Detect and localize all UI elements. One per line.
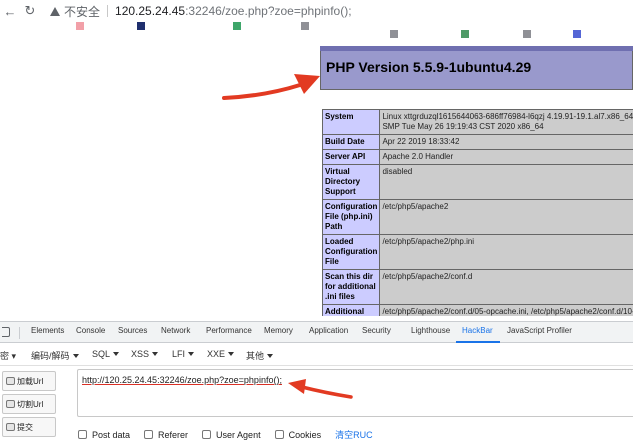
- clear-link[interactable]: 清空RUC: [335, 428, 373, 441]
- cookies-checkbox[interactable]: Cookies: [274, 430, 321, 440]
- url-path: :32246/zoe.php?zoe=phpinfo();: [185, 4, 352, 18]
- reload-icon[interactable]: ↻: [20, 3, 40, 19]
- php-info-key: Configuration File (php.ini) Path: [321, 199, 381, 235]
- php-info-key: Server API: [321, 149, 381, 165]
- menu-encoding[interactable]: 编码/解码: [31, 349, 79, 362]
- checkbox-box[interactable]: [144, 430, 154, 439]
- php-info-key: Scan this dir for additional .ini files: [321, 269, 381, 305]
- load-url-button[interactable]: 加载Url: [2, 371, 56, 391]
- tab-lighthouse[interactable]: Lighthouse: [411, 326, 450, 335]
- tab-security[interactable]: Security: [362, 326, 391, 335]
- devtools-tabbar: Elements Console Sources Network Perform…: [0, 321, 633, 343]
- caret-down-icon: [188, 352, 195, 356]
- referer-checkbox[interactable]: Referer: [144, 430, 188, 440]
- menu-sql[interactable]: SQL: [92, 349, 120, 359]
- tab-application[interactable]: Application: [309, 326, 348, 335]
- php-info-row: Virtual Directory Support disabled: [321, 164, 633, 200]
- menu-encryption[interactable]: 密 ▾: [0, 349, 16, 362]
- php-info-value: /etc/php5/apache2: [379, 199, 633, 235]
- php-info-value: Apache 2.0 Handler: [379, 149, 633, 165]
- tab-sources[interactable]: Sources: [118, 326, 147, 335]
- tab-network[interactable]: Network: [161, 326, 190, 335]
- bookmark-favicon[interactable]: [461, 30, 469, 38]
- bookmark-favicon[interactable]: [523, 30, 531, 38]
- bookmark-favicon[interactable]: [233, 22, 241, 30]
- bookmark-favicon[interactable]: [76, 22, 84, 30]
- submit-icon: [6, 423, 15, 431]
- php-info-key: Additional: [321, 304, 381, 316]
- php-info-row: Server API Apache 2.0 Handler: [321, 149, 633, 165]
- bookmark-favicon[interactable]: [137, 22, 145, 30]
- php-info-row: Configuration File (php.ini) Path/etc/ph…: [321, 199, 633, 235]
- submit-button[interactable]: 提交: [2, 417, 56, 437]
- dock-icon[interactable]: [2, 327, 10, 337]
- warning-icon: [50, 6, 60, 16]
- url-field[interactable]: 不安全 120.25.24.45:32246/zoe.php?zoe=phpin…: [50, 3, 352, 20]
- php-info-value: disabled: [379, 164, 633, 200]
- caret-down-icon: [113, 352, 120, 356]
- menu-lfi[interactable]: LFI: [172, 349, 195, 359]
- php-info-value: /etc/php5/apache2/conf.d: [379, 269, 633, 305]
- caret-down-icon: [267, 354, 274, 358]
- bookmark-favicon[interactable]: [573, 30, 581, 38]
- hackbar-options: Post data Referer User Agent Cookies 清空R…: [78, 428, 373, 441]
- caret-down-icon: [152, 352, 159, 356]
- annotation-arrow-icon: [288, 379, 353, 399]
- bookmarks-bar: [0, 22, 633, 44]
- divider: [19, 327, 20, 339]
- php-info-value: /etc/php5/apache2/php.ini: [379, 234, 633, 270]
- annotation-arrow-icon: [222, 74, 320, 100]
- user-agent-checkbox[interactable]: User Agent: [202, 430, 261, 440]
- php-info-value: Apr 22 2019 18:33:42: [379, 134, 633, 150]
- php-info-value: /etc/php5/apache2/conf.d/05-opcache.ini,…: [379, 304, 633, 316]
- php-info-row: Build Date Apr 22 2019 18:33:42: [321, 134, 633, 150]
- arrow-left-icon[interactable]: ←: [0, 4, 20, 19]
- php-header-strip: [320, 46, 633, 51]
- menu-xss[interactable]: XSS: [131, 349, 159, 359]
- tab-console[interactable]: Console: [76, 326, 105, 335]
- php-info-table: System Linux xttgrduzql1615644063-686ff76…: [321, 109, 633, 316]
- bookmark-favicon[interactable]: [390, 30, 398, 38]
- split-url-button[interactable]: 切割Url: [2, 394, 56, 414]
- php-info-key: Virtual Directory Support: [321, 164, 381, 200]
- php-version-title: PHP Version 5.5.9-1ubuntu4.29: [326, 59, 532, 75]
- url-text: http://120.25.24.45:32246/zoe.php?zoe=ph…: [82, 375, 282, 385]
- hackbar-menu: 密 ▾ 编码/解码 SQL XSS LFI XXE 其他: [0, 343, 633, 366]
- php-info-key: Build Date: [321, 134, 381, 150]
- post-data-checkbox[interactable]: Post data: [78, 430, 130, 440]
- tab-hackbar[interactable]: HackBar: [462, 326, 493, 335]
- php-info-row: Loaded Configuration File/etc/php5/apach…: [321, 234, 633, 270]
- php-info-key: System: [321, 109, 381, 135]
- php-info-row: System Linux xttgrduzql1615644063-686ff76…: [321, 109, 633, 135]
- divider: [107, 5, 109, 17]
- checkbox-box[interactable]: [202, 430, 212, 439]
- url-host: 120.25.24.45: [115, 4, 186, 18]
- php-info-key: Loaded Configuration File: [321, 234, 381, 270]
- address-bar: ← ↻ 不安全 120.25.24.45:32246/zoe.php?zoe=p…: [0, 0, 633, 22]
- menu-other[interactable]: 其他: [246, 349, 274, 362]
- tab-performance[interactable]: Performance: [206, 326, 252, 335]
- split-icon: [6, 400, 15, 408]
- menu-xxe[interactable]: XXE: [207, 349, 235, 359]
- php-info-row: Scan this dir for additional .ini files /…: [321, 269, 633, 305]
- bookmark-favicon[interactable]: [301, 22, 309, 30]
- php-info-row: Additional/etc/php5/apache2/conf.d/05-op…: [321, 304, 633, 316]
- checkbox-box[interactable]: [274, 430, 284, 439]
- tab-memory[interactable]: Memory: [264, 326, 293, 335]
- tab-javascript-profiler[interactable]: JavaScript Profiler: [507, 326, 572, 335]
- caret-down-icon: [72, 354, 79, 358]
- tab-elements[interactable]: Elements: [31, 326, 64, 335]
- security-label: 不安全: [64, 4, 101, 19]
- load-icon: [6, 377, 15, 385]
- php-info-value: Linux xttgrduzql1615644063-686ff76984-l6…: [379, 109, 633, 135]
- caret-down-icon: [228, 352, 235, 356]
- checkbox-box[interactable]: [78, 430, 87, 439]
